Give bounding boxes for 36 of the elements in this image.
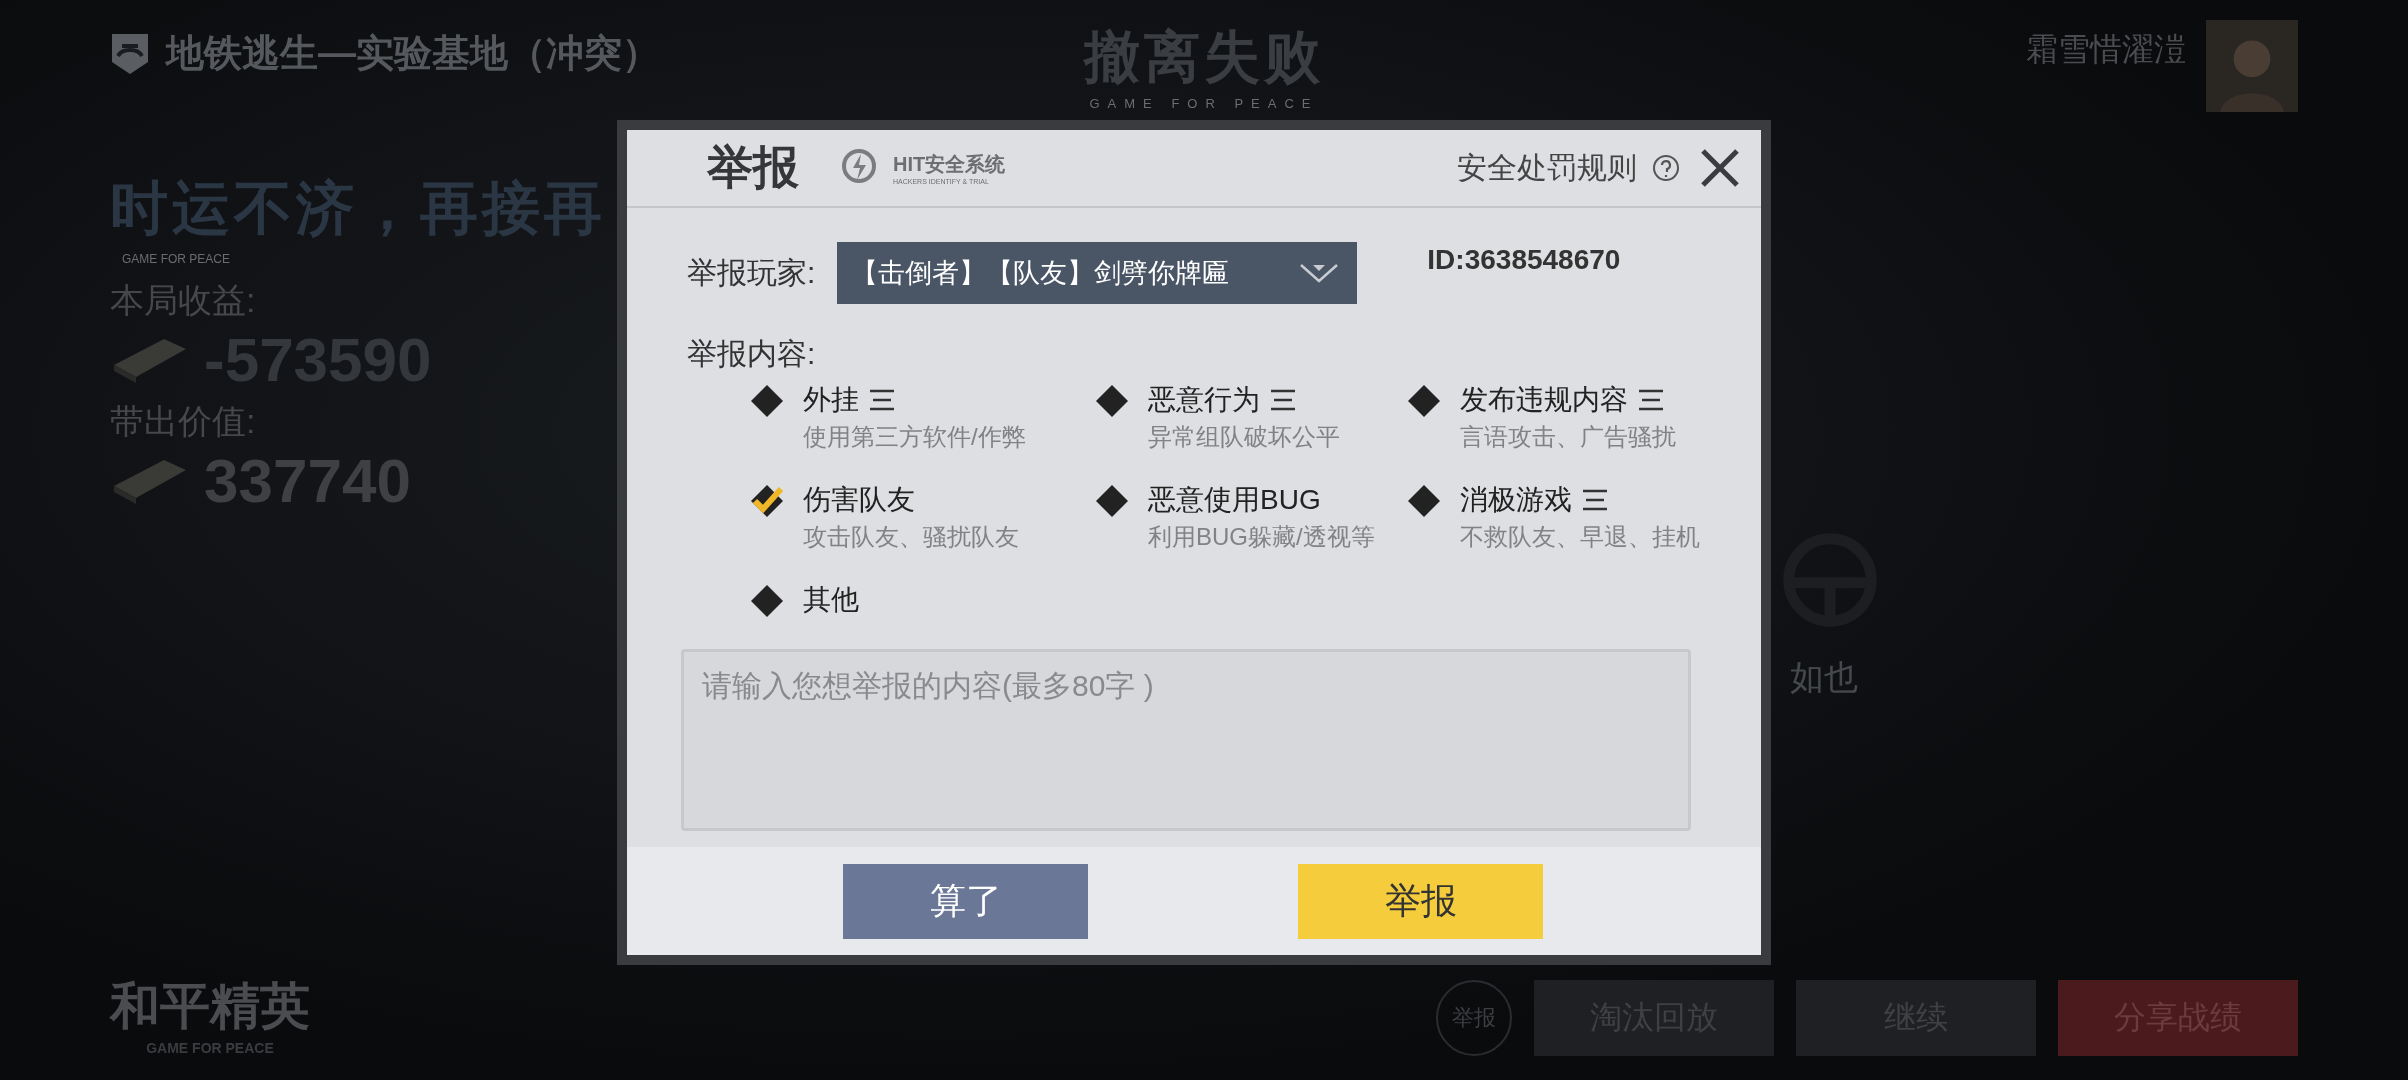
details-icon[interactable] <box>1636 387 1666 413</box>
option-title: 恶意使用BUG <box>1148 483 1321 517</box>
option-description: 不救队友、早退、挂机 <box>1460 522 1700 552</box>
result-subtitle: GAME FOR PEACE <box>1089 96 1319 111</box>
option-description: 使用第三方软件/作弊 <box>803 422 1026 452</box>
brand-logo: 和平精英 <box>110 977 310 1036</box>
player-id: ID:3638548670 <box>1427 244 1621 276</box>
details-icon[interactable] <box>1580 487 1610 513</box>
option-title: 发布违规内容 <box>1460 383 1628 417</box>
player-name: 霜雪惜濯溰 <box>2026 30 2186 69</box>
rules-link[interactable]: 安全处罚规则 <box>1457 147 1637 189</box>
system-name: HIT安全系统 <box>893 152 1006 177</box>
option-description: 言语攻击、广告骚扰 <box>1460 422 1676 452</box>
details-icon[interactable] <box>1268 387 1298 413</box>
option-description: 利用BUG躲藏/透视等 <box>1148 522 1375 552</box>
option-title: 其他 <box>803 583 859 617</box>
option-description: 异常组队破坏公平 <box>1148 422 1340 452</box>
player-label: 举报玩家: <box>687 254 816 291</box>
report-text-field[interactable]: 请输入您想举报的内容(最多80字 ) <box>681 649 1691 831</box>
player-dropdown[interactable]: 【击倒者】【队友】剑劈你牌匾 <box>837 242 1358 304</box>
caret-icon <box>1299 261 1340 285</box>
dialog-button[interactable]: 举报 <box>1298 863 1543 939</box>
tagline: GAME FOR PEACE <box>122 252 231 266</box>
dialog-title: 举报 <box>707 140 799 195</box>
details-icon[interactable] <box>867 387 897 413</box>
option-title: 伤害队友 <box>803 483 915 517</box>
option-title: 消极游戏 <box>1460 483 1572 517</box>
option-title: 恶意行为 <box>1148 383 1260 417</box>
shield-icon <box>110 31 150 76</box>
content-label: 举报内容: <box>687 336 817 372</box>
empty-label: 如也 <box>1790 657 1858 698</box>
help-icon[interactable] <box>1651 153 1681 183</box>
map-title: 地铁逃生—实验基地（冲突） <box>166 31 660 76</box>
option-description: 攻击队友、骚扰队友 <box>803 522 1019 552</box>
dialog-button[interactable]: 算了 <box>843 863 1088 939</box>
option-title: 外挂 <box>803 383 859 417</box>
